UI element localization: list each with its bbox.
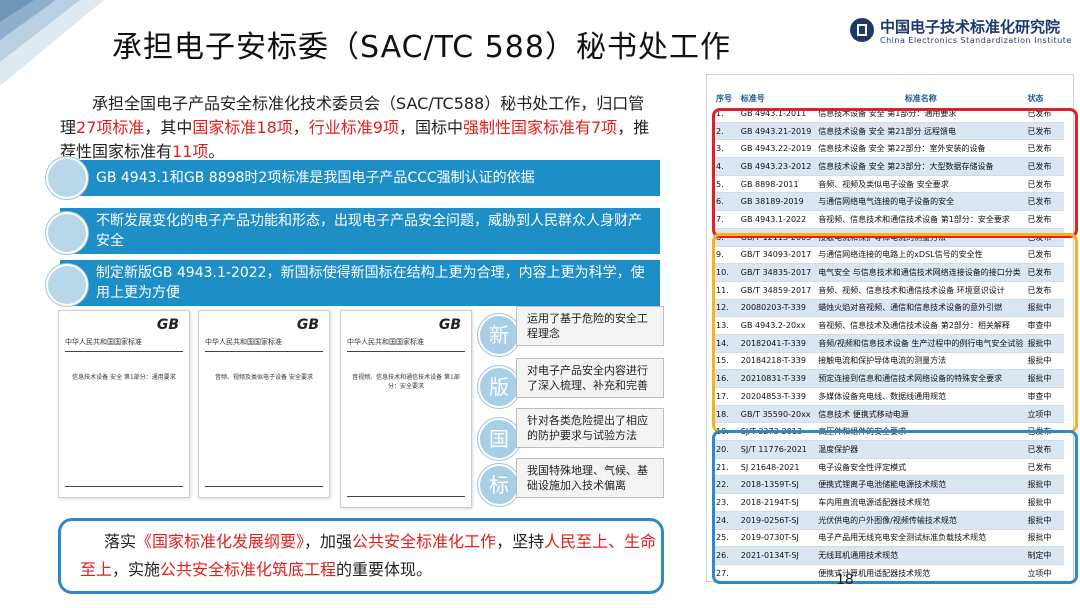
bullet-circle (46, 157, 88, 199)
recommended-standards-frame (712, 233, 1078, 433)
page-number: 18 (836, 572, 854, 588)
table-header-row: 序号 标准号 标准名称 状态 (714, 91, 1064, 105)
doc-title: 音频、视频及类似电子设备 安全要求 (215, 374, 313, 381)
intro-highlight: 27项标准 (76, 118, 145, 137)
bullet-text: 制定新版GB 4943.1-2022，新国标使得新国标在结构上更为合理，内容上更… (96, 265, 645, 301)
statement-highlight: 公共安全标准化筑底工程 (160, 560, 337, 579)
intro-text: ， (292, 118, 309, 137)
col-header-name: 标准名称 (904, 93, 937, 103)
statement-part: ，实施 (112, 560, 161, 579)
bullet-text: 不断发展变化的电子产品功能和形态，出现电子产品安全问题，威胁到人民群众人身财产安… (96, 213, 642, 249)
new-std-char: 新 (478, 314, 520, 356)
industry-standards-frame (712, 430, 1078, 584)
cesi-logo-icon (850, 18, 874, 42)
bullet-text: GB 4943.1和GB 8898时2项标准是我国电子产品CCC强制认证的依据 (96, 170, 535, 186)
statement-part: ，坚持 (496, 532, 545, 551)
col-header-status: 状态 (1027, 93, 1044, 103)
bullet-circle (46, 212, 88, 254)
statement-text: 落实《国家标准化发展纲要》，加强公共安全标准化工作，坚持人民至上、生命至上，实施… (80, 528, 660, 584)
gb-document-thumbnail: GB 中华人民共和国国家标准 音频、视频及类似电子设备 安全要求 (198, 310, 330, 498)
new-std-note: 运用了基于危险的安全工程理念 (516, 306, 664, 346)
doc-header: 中华人民共和国国家标准 (65, 338, 142, 346)
new-std-note: 针对各类危险提出了相应的防护要求与试验方法 (516, 408, 664, 448)
statement-highlight: 公共安全标准化工作 (352, 532, 497, 551)
intro-highlight: 11项 (172, 142, 209, 161)
slide-title: 承担电子安标委（SAC/TC 588）秘书处工作 (112, 30, 731, 65)
intro-highlight: 行业标准9项 (308, 118, 399, 137)
new-std-char: 版 (478, 366, 520, 408)
doc-header: 中华人民共和国国家标准 (347, 338, 424, 346)
gb-mark: GB (296, 317, 319, 333)
logo-name-cn: 中国电子技术标准化研究院 (880, 18, 1061, 36)
statement-highlight: 《国家标准化发展纲要》 (136, 532, 305, 551)
bullet-circle (46, 264, 88, 306)
bullet-bar: GB 4943.1和GB 8898时2项标准是我国电子产品CCC强制认证的依据 (60, 160, 660, 196)
intro-highlight: 国家标准18项 (192, 118, 293, 137)
intro-text: 承担全国电子产品安全标准化技术委员会（SAC/TC588）秘书处工作， (92, 94, 597, 113)
intro-highlight: 强制性国家标准有7项 (463, 118, 618, 137)
doc-title: 音视频、信息技术和通信技术设备 第1部分：安全要求 (352, 374, 460, 390)
gb-mark: GB (156, 317, 179, 333)
gb-document-thumbnail: GB 中华人民共和国国家标准 信息技术设备 安全 第1部分：通用要求 (58, 310, 190, 498)
mandatory-standards-frame (712, 108, 1078, 238)
col-header-code: 标准号 (740, 93, 765, 103)
logo-name-en: China Electronics Standardization Instit… (880, 36, 1072, 45)
gb-mark: GB (438, 317, 461, 333)
new-std-char: 标 (478, 464, 520, 506)
new-std-note: 对电子产品安全内容进行了深入梳理、补充和完善 (516, 358, 664, 398)
gb-document-thumbnail: GB 中华人民共和国国家标准 音视频、信息技术和通信技术设备 第1部分：安全要求 (340, 310, 472, 508)
col-header-no: 序号 (716, 93, 732, 103)
corner-decoration (0, 0, 104, 86)
intro-text: ，国标中 (398, 118, 463, 137)
statement-part: 落实 (104, 532, 137, 551)
bullet-bar: 制定新版GB 4943.1-2022，新国标使得新国标在结构上更为合理，内容上更… (60, 260, 660, 306)
doc-header: 中华人民共和国国家标准 (205, 338, 282, 346)
intro-text: ，其中 (144, 118, 193, 137)
new-std-note: 我国特殊地理、气候、基础设施加入技术偏离 (516, 458, 664, 498)
intro-paragraph: 承担全国电子产品安全标准化技术委员会（SAC/TC588）秘书处工作，归口管理2… (60, 92, 660, 164)
doc-title: 信息技术设备 安全 第1部分：通用要求 (72, 374, 176, 381)
statement-part: ，加强 (304, 532, 353, 551)
statement-part: 的重要体现。 (336, 560, 433, 579)
new-std-char: 国 (478, 418, 520, 460)
intro-text: 。 (208, 142, 225, 161)
bullet-bar: 不断发展变化的电子产品功能和形态，出现电子产品安全问题，威胁到人民群众人身财产安… (60, 208, 660, 254)
